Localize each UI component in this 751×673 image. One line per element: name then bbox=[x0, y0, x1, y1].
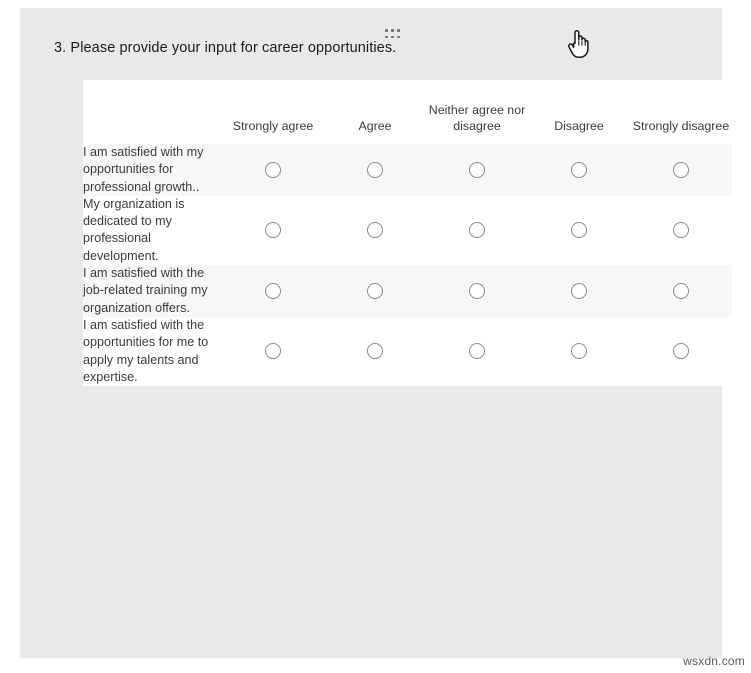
radio-button[interactable] bbox=[367, 222, 383, 239]
column-header-neither: Neither agree nor disagree bbox=[426, 80, 528, 144]
radio-button[interactable] bbox=[469, 222, 485, 239]
matrix-option-cell[interactable] bbox=[528, 316, 630, 387]
matrix-row: I am satisfied with the opportunities fo… bbox=[83, 316, 732, 387]
matrix-option-cell[interactable] bbox=[426, 144, 528, 196]
radio-button[interactable] bbox=[469, 161, 485, 178]
column-header-label: Agree bbox=[358, 118, 392, 133]
matrix-option-cell[interactable] bbox=[528, 195, 630, 266]
column-header-label: Disagree bbox=[554, 118, 604, 133]
drag-dot bbox=[385, 35, 388, 39]
matrix-option-cell[interactable] bbox=[630, 316, 732, 387]
matrix-body: I am satisfied with my opportunities for… bbox=[83, 144, 732, 387]
watermark-text: wsxdn.com bbox=[683, 654, 745, 668]
matrix-option-cell[interactable] bbox=[222, 265, 324, 317]
radio-button[interactable] bbox=[265, 161, 281, 178]
matrix-corner-cell bbox=[83, 80, 222, 144]
column-head-label: Strongly disagree bbox=[632, 118, 730, 133]
matrix-option-cell[interactable] bbox=[222, 144, 324, 196]
matrix-option-cell[interactable] bbox=[324, 195, 426, 266]
matrix-option-cell[interactable] bbox=[528, 265, 630, 317]
radio-button[interactable] bbox=[673, 222, 689, 239]
matrix-row-label: My organization is dedicated to my profe… bbox=[83, 195, 222, 266]
likert-matrix-table: Strongly agree Agree Neither agree nor d… bbox=[83, 80, 732, 387]
radio-button[interactable] bbox=[469, 343, 485, 360]
column-header-label: Strongly agree bbox=[232, 118, 314, 133]
question-title: 3. Please provide your input for career … bbox=[54, 40, 397, 56]
radio-button[interactable] bbox=[673, 343, 689, 360]
radio-button[interactable] bbox=[673, 161, 689, 178]
matrix-row-label: I am satisfied with my opportunities for… bbox=[83, 144, 222, 196]
radio-button[interactable] bbox=[469, 282, 485, 299]
survey-question-panel: 3. Please provide your input for career … bbox=[20, 8, 732, 658]
radio-button[interactable] bbox=[571, 161, 587, 178]
drag-dot bbox=[391, 35, 394, 39]
matrix-row-label: I am satisfied with the opportunities fo… bbox=[83, 316, 222, 387]
matrix-option-cell[interactable] bbox=[324, 265, 426, 317]
matrix-option-cell[interactable] bbox=[426, 265, 528, 317]
matrix-row: I am satisfied with my opportunities for… bbox=[83, 144, 732, 196]
matrix-option-cell[interactable] bbox=[324, 316, 426, 387]
column-header-label: Neither agree nor disagree bbox=[428, 103, 526, 133]
matrix-option-cell[interactable] bbox=[426, 195, 528, 266]
matrix-option-cell[interactable] bbox=[426, 316, 528, 387]
drag-dot bbox=[385, 29, 388, 32]
radio-button[interactable] bbox=[571, 343, 587, 360]
matrix-option-cell[interactable] bbox=[630, 195, 732, 266]
matrix-row: My organization is dedicated to my profe… bbox=[83, 195, 732, 266]
radio-button[interactable] bbox=[367, 161, 383, 178]
drag-dots-icon[interactable] bbox=[385, 29, 401, 40]
matrix-option-cell[interactable] bbox=[324, 144, 426, 196]
column-header-strongly-agree: Strongly agree bbox=[222, 80, 324, 144]
matrix-option-cell[interactable] bbox=[528, 144, 630, 196]
column-header-strongly-disagree: Strongly disagree bbox=[630, 80, 732, 144]
radio-button[interactable] bbox=[571, 282, 587, 299]
matrix-row: I am satisfied with the job-related trai… bbox=[83, 265, 732, 317]
matrix-option-cell[interactable] bbox=[222, 195, 324, 266]
matrix-option-cell[interactable] bbox=[630, 265, 732, 317]
drag-dot bbox=[391, 29, 394, 32]
matrix-option-cell[interactable] bbox=[222, 316, 324, 387]
column-header-agree: Agree bbox=[324, 80, 426, 144]
radio-button[interactable] bbox=[265, 222, 281, 239]
radio-button[interactable] bbox=[367, 343, 383, 360]
column-header-disagree: Disagree bbox=[528, 80, 630, 144]
matrix-row-label: I am satisfied with the job-related trai… bbox=[83, 265, 222, 317]
drag-dot bbox=[397, 29, 400, 32]
radio-button[interactable] bbox=[367, 282, 383, 299]
radio-button[interactable] bbox=[265, 343, 281, 360]
radio-button[interactable] bbox=[571, 222, 587, 239]
radio-button[interactable] bbox=[673, 282, 689, 299]
drag-dot bbox=[397, 35, 400, 39]
matrix-option-cell[interactable] bbox=[630, 144, 732, 196]
matrix-header-row: Strongly agree Agree Neither agree nor d… bbox=[83, 80, 732, 144]
radio-button[interactable] bbox=[265, 282, 281, 299]
